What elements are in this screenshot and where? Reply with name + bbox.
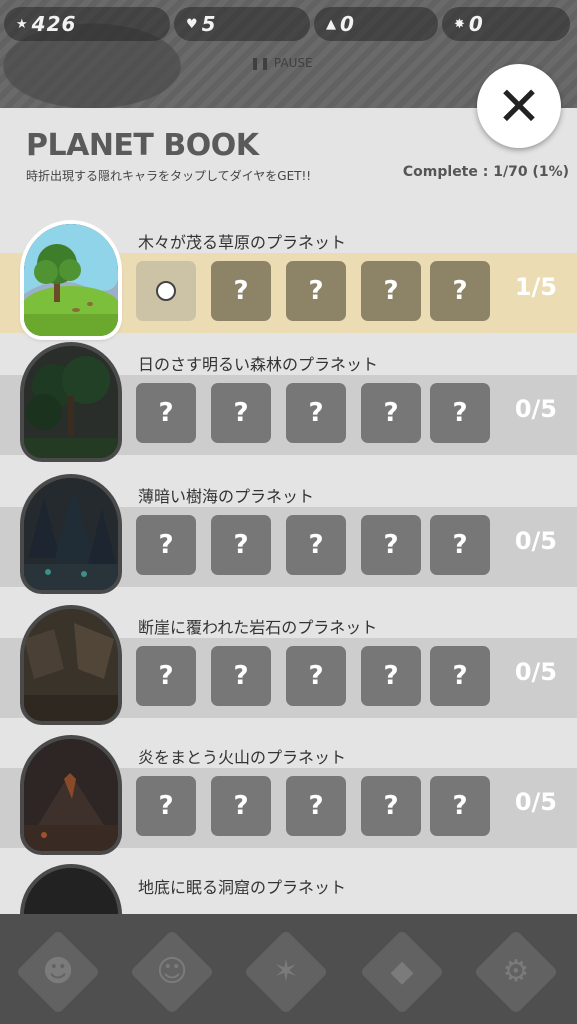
triangle-icon: ▲	[326, 16, 336, 32]
creature-slot[interactable]: ?	[211, 261, 271, 321]
creature-icon: ☺	[156, 954, 188, 989]
close-icon: ✕	[496, 74, 542, 138]
planet-name: 日のさす明るい森林のプラネット	[138, 355, 379, 374]
creature-slot[interactable]: ?	[430, 515, 490, 575]
creature-slot[interactable]: ?	[430, 646, 490, 706]
heart-icon: ♥	[186, 16, 198, 32]
creature-slot[interactable]: ?	[211, 646, 271, 706]
gear-counter: ✸ 0	[442, 7, 570, 41]
creature-slot[interactable]: ?	[361, 515, 421, 575]
creature-slot-found[interactable]	[136, 261, 196, 321]
diamond-icon: ◆	[390, 954, 414, 989]
pause-button[interactable]: ❚❚ PAUSE	[250, 56, 313, 70]
triangle-counter: ▲ 0	[314, 7, 438, 41]
creature-slot[interactable]: ?	[361, 646, 421, 706]
star-counter: ★ 426	[4, 7, 170, 41]
planet-name: 断崖に覆われた岩石のプラネット	[138, 618, 378, 637]
creature-slot[interactable]: ?	[361, 383, 421, 443]
creature-slot[interactable]: ?	[211, 515, 271, 575]
page-title: PLANET BOOK	[26, 128, 259, 163]
gear-count: 0	[468, 12, 484, 36]
planet-name: 炎をまとう火山のプラネット	[138, 748, 347, 767]
completion-status: Complete : 1/70 (1%)	[402, 164, 569, 180]
character-icon: ☻	[42, 954, 74, 989]
forest-planet-image	[24, 346, 118, 458]
planet-name: 地底に眠る洞窟のプラネット	[138, 878, 347, 897]
creature-slot[interactable]: ?	[136, 383, 196, 443]
heart-counter: ♥ 5	[174, 7, 310, 41]
creature-slot[interactable]: ?	[286, 515, 346, 575]
creature-slot[interactable]: ?	[361, 776, 421, 836]
planet-name: 木々が茂る草原のプラネット	[138, 233, 347, 252]
planet-progress: 0/5	[514, 527, 557, 555]
creature-slot[interactable]: ?	[286, 646, 346, 706]
grassland-planet-image	[24, 224, 118, 336]
creature-slot[interactable]: ?	[286, 383, 346, 443]
ghost-creature-icon	[156, 281, 176, 301]
creature-slot[interactable]: ?	[286, 776, 346, 836]
gear-small-icon: ✸	[454, 16, 465, 32]
creature-slot[interactable]: ?	[286, 261, 346, 321]
planet-progress: 1/5	[514, 273, 557, 301]
panel-subtitle: 時折出現する隠れキャラをタップしてダイヤをGET!!	[26, 169, 312, 183]
creature-slot[interactable]: ?	[361, 261, 421, 321]
creature-slot[interactable]: ?	[136, 646, 196, 706]
planet-progress: 0/5	[514, 658, 557, 686]
star-badge-icon: ✶	[273, 954, 299, 989]
creature-slot[interactable]: ?	[211, 383, 271, 443]
star-count: 426	[31, 12, 77, 36]
planet-book-panel: PLANET BOOK 時折出現する隠れキャラをタップしてダイヤをGET!! C…	[0, 108, 577, 914]
creature-slot[interactable]: ?	[136, 515, 196, 575]
gear-icon: ⚙	[502, 954, 530, 989]
creature-slot[interactable]: ?	[211, 776, 271, 836]
planet-progress: 0/5	[514, 788, 557, 816]
triangle-count: 0	[340, 12, 355, 36]
planet-progress: 0/5	[514, 395, 557, 423]
cave-planet-image	[24, 868, 118, 914]
close-button[interactable]: ✕	[477, 64, 561, 148]
creature-slot[interactable]: ?	[430, 776, 490, 836]
creature-slot[interactable]: ?	[430, 261, 490, 321]
rocky-planet-image	[24, 609, 118, 721]
sea-of-trees-planet-image	[24, 478, 118, 590]
heart-count: 5	[201, 12, 217, 36]
volcano-planet-image	[24, 739, 118, 851]
creature-slot[interactable]: ?	[430, 383, 490, 443]
star-icon: ★	[16, 16, 28, 32]
planet-name: 薄暗い樹海のプラネット	[138, 487, 315, 506]
creature-slot[interactable]: ?	[136, 776, 196, 836]
bottom-nav: ☻ ☺ ✶ ◆ ⚙	[0, 914, 577, 1024]
